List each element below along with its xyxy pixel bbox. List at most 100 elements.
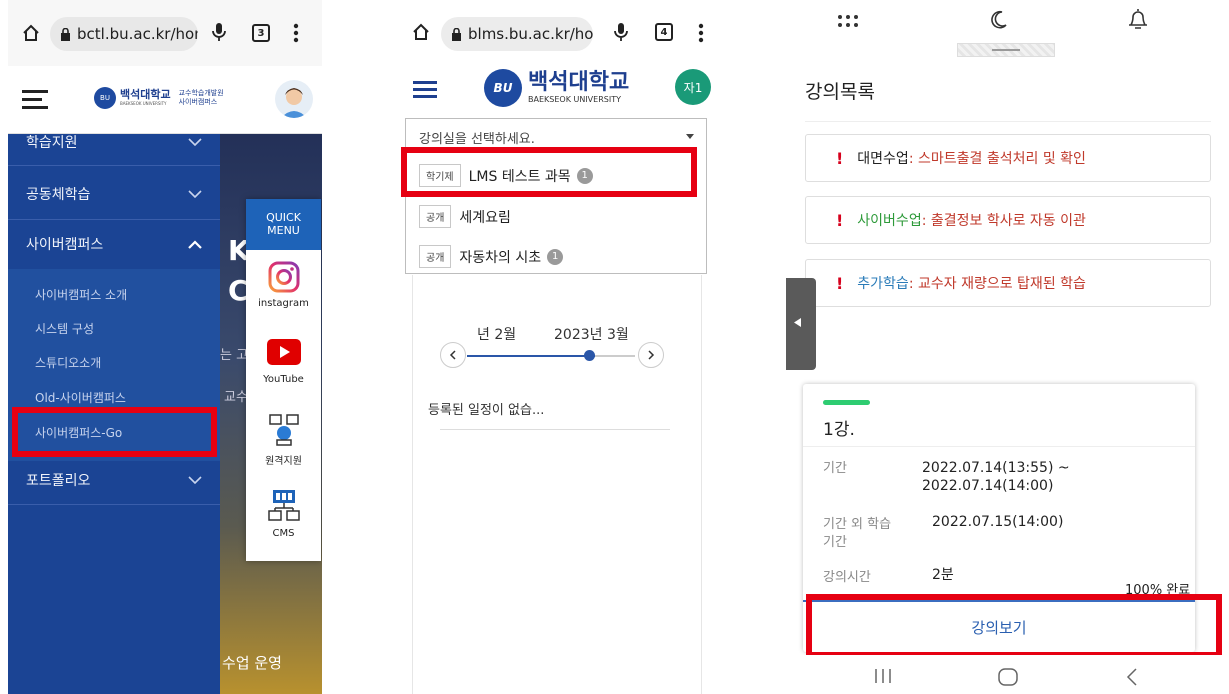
quick-item-label: instagram [258, 298, 309, 309]
microphone-icon[interactable] [212, 22, 226, 42]
submenu-item-system[interactable]: 시스템 구성 [35, 320, 94, 337]
month-slider-handle[interactable] [584, 350, 595, 361]
quick-item-instagram[interactable]: instagram [246, 261, 321, 309]
lms-logo[interactable]: BU 백석대학교 BAEKSEOK UNIVERSITY [484, 69, 629, 107]
prev-month-label: 년 2월 [477, 327, 517, 343]
lecture-time-value: 2분 [932, 567, 954, 583]
more-vert-icon[interactable] [293, 23, 299, 43]
notification-badge: 1 [547, 248, 564, 265]
submenu-item-old[interactable]: Old-사이버캠퍼스 [35, 389, 126, 406]
sidebar-item-label: 학습지원 [26, 135, 78, 151]
person-icon [281, 88, 307, 118]
notice-key: 추가학습 [857, 276, 909, 292]
quick-menu-title: MENU [267, 224, 300, 237]
cms-server-icon [267, 489, 301, 525]
more-vert-icon[interactable] [698, 23, 704, 43]
divider [8, 219, 220, 220]
chevron-down-icon [188, 190, 202, 198]
quick-item-youtube[interactable]: YouTube [246, 339, 321, 385]
browser-toolbar: bctl.bu.ac.kr/hon 3 [8, 0, 322, 66]
panel-bctl-site: bctl.bu.ac.kr/hon 3 BU 백석대학교 BAEKSEOK UN… [8, 0, 322, 694]
submenu-item-intro[interactable]: 사이버캠퍼스 소개 [35, 286, 127, 303]
page-title: 강의목록 [805, 81, 875, 103]
quick-item-label: CMS [272, 528, 295, 539]
quick-item-label: 원격지원 [265, 456, 302, 467]
hamburger-icon[interactable] [413, 80, 437, 98]
sidebar-item-label: 포트폴리오 [26, 473, 91, 489]
period-value-end: 2022.07.14(14:00) [922, 478, 1054, 494]
user-avatar[interactable]: 자1 [675, 69, 711, 105]
notice-key: 사이버수업 [857, 213, 922, 229]
tabs-count: 4 [660, 26, 668, 38]
current-month-label: 2023년 3월 [554, 327, 629, 343]
hero-text-3: 는 고 [220, 348, 249, 363]
bell-icon[interactable] [1127, 7, 1149, 31]
back-icon[interactable] [1126, 668, 1138, 686]
course-type-tag: 공개 [419, 205, 452, 228]
quick-item-cms[interactable]: CMS [246, 489, 321, 539]
logo-side-text2: 사이버캠퍼스 [178, 98, 218, 106]
progress-fill [823, 400, 870, 405]
sidebar-item-portfolio[interactable]: 포트폴리오 [8, 460, 220, 500]
lock-icon [451, 27, 462, 41]
submenu-item-studio[interactable]: 스튜디오소개 [35, 354, 101, 371]
lms-header: BU 백석대학교 BAEKSEOK UNIVERSITY 자1 [399, 66, 730, 116]
home-icon[interactable] [20, 22, 42, 44]
tabs-count-button[interactable]: 4 [655, 23, 673, 41]
highlight-cyber-campus-go [12, 407, 217, 457]
course-option-first-car[interactable]: 공개 자동차의 시초 1 [419, 245, 564, 268]
pull-handle-bar [992, 49, 1020, 51]
site-logo[interactable]: BU 백석대학교 BAEKSEOK UNIVERSITY 교수학습개발원 사이버… [94, 87, 224, 109]
hamburger-icon[interactable] [22, 89, 48, 109]
quick-item-remote-support[interactable]: 원격지원 [246, 413, 321, 467]
home-button-icon[interactable] [998, 668, 1018, 686]
extra-period-label-2: 기간 [823, 535, 847, 550]
course-select-placeholder: 강의실을 선택하세요. [419, 132, 535, 147]
sidebar-item-cyber-campus[interactable]: 사이버캠퍼스 [8, 222, 220, 266]
tabs-count-button[interactable]: 3 [252, 24, 270, 42]
quick-menu-header: QUICK MENU [246, 199, 321, 250]
address-bar[interactable]: bctl.bu.ac.kr/hon [50, 17, 198, 51]
logo-sub-text: BAEKSEOK UNIVERSITY [528, 95, 621, 104]
divider [440, 429, 670, 430]
caret-down-icon [686, 134, 694, 139]
panel-lecture-list: 강의목록 ! 대면수업 : 스마트출결 출석처리 및 확인 ! 사이버수업 : … [786, 0, 1229, 694]
sidebar-item-community[interactable]: 공동체학습 [8, 174, 220, 214]
url-text: blms.bu.ac.kr/ho [468, 25, 593, 43]
chevron-down-icon [188, 476, 202, 484]
microphone-icon[interactable] [614, 22, 628, 42]
course-type-tag: 공개 [419, 245, 452, 268]
instagram-icon [268, 261, 300, 293]
recent-apps-icon[interactable] [874, 669, 892, 683]
pull-handle[interactable] [957, 43, 1055, 57]
bu-emblem-icon: BU [484, 69, 522, 107]
youtube-icon [266, 339, 301, 365]
lecture-title: 1강. [823, 420, 855, 440]
browser-toolbar: blms.bu.ac.kr/ho 4 [399, 0, 730, 66]
android-nav-bar [786, 655, 1229, 694]
url-text: bctl.bu.ac.kr/hon [77, 25, 198, 43]
sidebar-item-learning-support[interactable]: 학습지원 [8, 128, 220, 156]
side-drawer-tab[interactable] [786, 278, 816, 370]
period-value-start: 2022.07.14(13:55) ~ [922, 460, 1070, 476]
tabs-count: 3 [257, 27, 265, 39]
grid-menu-icon[interactable] [837, 14, 859, 30]
extra-period-label: 기간 외 학습 [823, 517, 892, 532]
month-slider-track-rest [595, 355, 635, 357]
user-avatar[interactable] [275, 80, 313, 118]
moon-icon[interactable] [987, 9, 1009, 31]
chevron-left-icon[interactable] [440, 342, 466, 368]
divider [8, 504, 220, 505]
address-bar[interactable]: blms.bu.ac.kr/ho [441, 17, 593, 51]
chevron-right-icon[interactable] [638, 342, 664, 368]
app-top-bar [786, 0, 1229, 57]
schedule-calendar: 년 2월 2023년 3월 등록된 일정이 없습... [412, 275, 702, 694]
course-option-world-cooking[interactable]: 공개 세계요림 [419, 205, 511, 228]
logo-main-text: 백석대학교 [528, 70, 630, 95]
notice-additional: ! 추가학습 : 교수자 재량으로 탑재된 학습 [805, 259, 1211, 307]
quick-menu: QUICK MENU instagram YouTube 원격지원 CMS [246, 199, 321, 561]
highlight-lms-test-course [401, 147, 697, 197]
extra-period-value: 2022.07.15(14:00) [932, 514, 1064, 530]
alert-icon: ! [836, 210, 844, 230]
home-icon[interactable] [411, 22, 431, 42]
